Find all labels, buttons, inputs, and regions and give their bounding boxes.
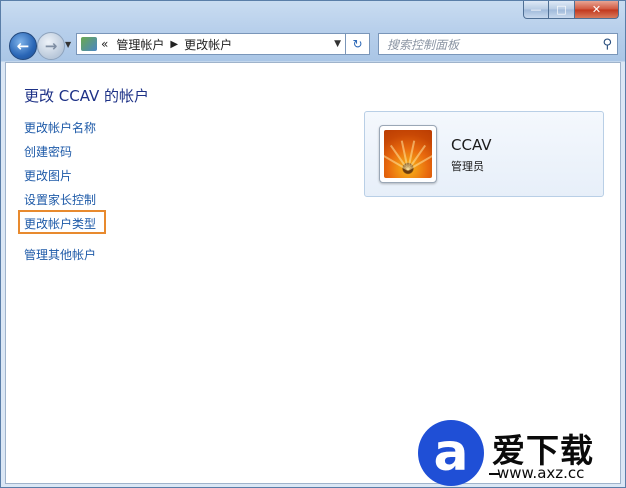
watermark-logo-icon: a — [418, 420, 484, 486]
back-arrow-icon: ← — [16, 37, 30, 55]
title-bar: — □ ✕ — [1, 1, 625, 27]
account-name: CCAV — [451, 136, 492, 154]
address-dropdown-icon[interactable]: ▼ — [334, 39, 341, 49]
forward-button[interactable]: → — [37, 32, 65, 60]
breadcrumb-item-change-account[interactable]: 更改帐户 — [184, 36, 232, 53]
account-role: 管理员 — [451, 160, 484, 173]
search-input[interactable]: 搜索控制面板 — [387, 36, 459, 53]
caption-buttons: — □ ✕ — [523, 1, 619, 19]
orange-flower-icon — [384, 130, 432, 178]
breadcrumb-separator-icon[interactable]: ▶ — [170, 39, 178, 50]
link-create-password[interactable]: 创建密码 — [24, 143, 72, 160]
refresh-icon: ↻ — [352, 37, 363, 51]
account-card: CCAV 管理员 — [364, 111, 604, 197]
control-panel-window: — □ ✕ ← → ▼ « 管理帐户 ▶ 更改帐户 ▼ ↻ 搜索控制面板 ⚲ 更… — [0, 0, 626, 488]
close-button[interactable]: ✕ — [575, 1, 619, 19]
search-icon[interactable]: ⚲ — [602, 37, 612, 52]
link-manage-other-accounts[interactable]: 管理其他帐户 — [24, 246, 96, 263]
forward-arrow-icon: → — [44, 37, 58, 55]
back-button[interactable]: ← — [9, 32, 37, 60]
address-bar[interactable]: « 管理帐户 ▶ 更改帐户 ▼ — [76, 33, 346, 55]
content-pane: 更改 CCAV 的帐户 更改帐户名称 创建密码 更改图片 设置家长控制 更改帐户… — [5, 62, 621, 484]
control-panel-icon — [81, 37, 97, 51]
breadcrumb-overflow[interactable]: « — [101, 37, 108, 51]
breadcrumb-item-manage-accounts[interactable]: 管理帐户 — [116, 36, 164, 53]
watermark-url: www.axz.cc — [488, 464, 585, 482]
minimize-button[interactable]: — — [523, 1, 549, 19]
maximize-button[interactable]: □ — [549, 1, 575, 19]
navigation-bar: ← → ▼ « 管理帐户 ▶ 更改帐户 ▼ ↻ 搜索控制面板 ⚲ — [1, 29, 625, 61]
refresh-button[interactable]: ↻ — [346, 33, 370, 55]
recent-pages-dropdown[interactable]: ▼ — [65, 40, 71, 49]
highlight-box — [18, 210, 106, 234]
page-title: 更改 CCAV 的帐户 — [24, 87, 150, 105]
account-picture[interactable] — [379, 125, 437, 183]
link-change-account-name[interactable]: 更改帐户名称 — [24, 119, 96, 136]
link-change-picture[interactable]: 更改图片 — [24, 167, 72, 184]
link-parental-controls[interactable]: 设置家长控制 — [24, 191, 96, 208]
search-box[interactable]: 搜索控制面板 ⚲ — [378, 33, 618, 55]
